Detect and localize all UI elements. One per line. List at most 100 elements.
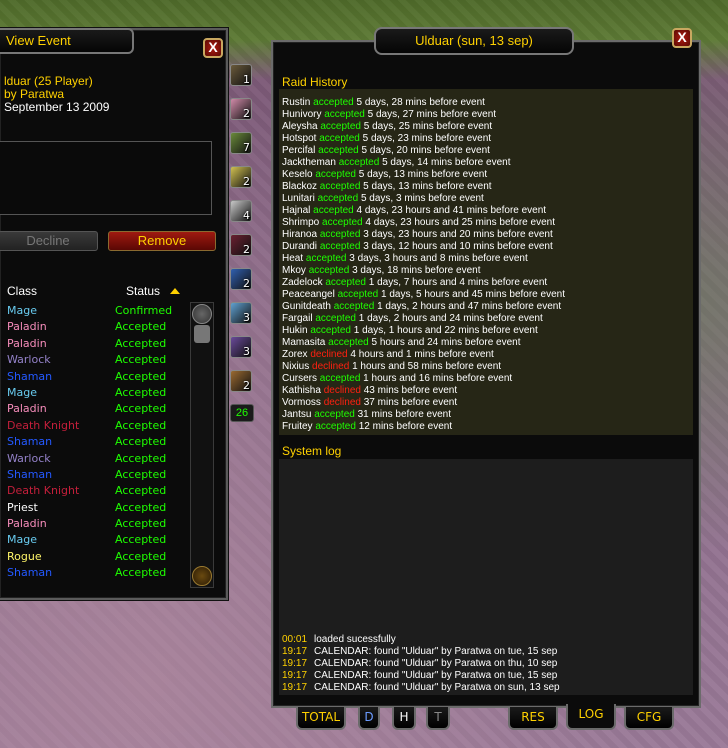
system-log-lines: 00:01 loaded sucessfully 19:17 CALENDAR: fo… [282,634,560,694]
roster-row[interactable]: Mage Accepted [0,385,188,401]
tab-d[interactable]: D [358,707,380,730]
roster-class: Mage [7,304,37,317]
roster-class: Shaman [7,467,53,481]
history-player: Mamasita [282,337,326,348]
tab-t[interactable]: T [426,707,450,730]
sort-ascending-icon [170,288,180,294]
roster-row[interactable]: Paladin Accepted [0,319,188,335]
history-player: Fruitey [282,421,313,432]
history-time: 1 days, 2 hours and 47 mins before event [377,301,562,312]
decline-button[interactable]: Decline [0,231,98,251]
history-status: accepted [317,193,359,204]
roster-row[interactable]: Warlock Accepted [0,451,188,467]
roster-status: Accepted [115,369,167,383]
roster-row[interactable]: Priest Accepted [0,500,188,516]
column-status[interactable]: Status [126,284,160,298]
log-time: 19:17 [282,670,308,681]
history-player: Durandi [282,241,318,252]
roster-row[interactable]: Shaman Accepted [0,434,188,450]
log-message: loaded sucessfully [314,634,396,645]
roster-class: Shaman [7,369,53,383]
roster-row[interactable]: Shaman Accepted [0,369,188,385]
history-entry: Blackoz accepted 5 days, 13 mins before … [279,181,693,193]
death-knight-icon[interactable]: 2 [230,234,252,256]
history-player: Lunitari [282,193,315,204]
remove-button[interactable]: Remove [108,231,216,251]
log-message: CALENDAR: found "Ulduar" by Paratwa on t… [314,670,558,681]
warlock-icon[interactable]: 3 [230,336,252,358]
shaman-icon[interactable]: 2 [230,268,252,290]
history-time: 1 days, 5 hours and 45 mins before event [380,289,565,300]
history-entry: Hukin accepted 1 days, 1 hours and 22 mi… [279,325,693,337]
tab-cfg[interactable]: CFG [624,707,674,730]
history-player: Hukin [282,325,308,336]
roster-status: Accepted [115,435,167,449]
warrior-icon[interactable]: 1 [230,64,252,86]
tab-res[interactable]: RES [508,707,558,730]
tab-log[interactable]: LOG [566,704,616,730]
roster-row[interactable]: Shaman Accepted [0,565,188,581]
roster-row[interactable]: Death Knight Accepted [0,418,188,434]
history-status: accepted [333,301,375,312]
roster-row[interactable]: Death Knight Accepted [0,483,188,499]
close-icon: X [677,29,687,45]
history-status: accepted [319,133,360,144]
column-class[interactable]: Class [7,284,37,298]
roster-scrollbar[interactable] [190,302,214,588]
roster-row[interactable]: Warlock Accepted [0,352,188,368]
event-description-box[interactable] [0,141,212,215]
roster-row[interactable]: Paladin Accepted [0,401,188,417]
history-status: accepted [337,289,379,300]
history-player: Zorex [282,349,308,360]
event-info: lduar (25 Player) by Paratwa September 1… [4,75,109,114]
mage-icon[interactable]: 3 [230,302,252,324]
druid-icon[interactable]: 2 [230,370,252,392]
roster-status: Accepted [115,566,167,580]
history-status: accepted [319,373,361,384]
raid-history-list: Rustin accepted 5 days, 28 mins before e… [279,89,693,435]
roster-status: Accepted [115,385,167,399]
log-message: CALENDAR: found "Ulduar" by Paratwa on s… [314,682,560,693]
roster-status: Accepted [115,484,167,498]
history-player: Heat [282,253,304,264]
history-time: 1 hours and 58 mins before event [352,361,502,372]
roster-class: Shaman [7,566,53,580]
history-time: 4 hours and 1 mins before event [350,349,494,360]
history-status: accepted [305,253,347,264]
paladin-icon[interactable]: 2 [230,98,252,120]
log-time: 00:01 [282,634,308,645]
roster-row[interactable]: Mage Confirmed [0,303,188,319]
history-entry: Durandi accepted 3 days, 12 hours and 10… [279,241,693,253]
roster-row[interactable]: Paladin Accepted [0,336,188,352]
log-time: 19:17 [282,658,308,669]
roster-class: Paladin [7,402,47,416]
roster-row[interactable]: Paladin Accepted [0,516,188,532]
log-time: 19:17 [282,682,308,693]
priest-icon[interactable]: 4 [230,200,252,222]
history-player: Zadelock [282,277,323,288]
hunter-icon[interactable]: 7 [230,132,252,154]
roster-row[interactable]: Shaman Accepted [0,467,188,483]
class-count: 2 [243,277,250,290]
history-time: 3 days, 18 mins before event [352,265,481,276]
history-status: accepted [319,241,361,252]
roster-row[interactable]: Mage Accepted [0,532,188,548]
view-event-close-button[interactable]: X [203,38,223,58]
rogue-icon[interactable]: 2 [230,166,252,188]
history-entry: Peaceangel accepted 1 days, 5 hours and … [279,289,693,301]
roster-row[interactable]: Rogue Accepted [0,549,188,565]
scroll-down-button[interactable] [192,566,212,586]
roster-status: Accepted [115,467,167,481]
tab-h[interactable]: H [392,707,416,730]
raid-history-title: Raid History [282,75,348,89]
roster-class: Death Knight [7,418,80,432]
roster-class: Warlock [7,353,51,367]
scroll-thumb[interactable] [194,325,210,343]
history-entry: Lunitari accepted 5 days, 3 mins before … [279,193,693,205]
history-player: Blackoz [282,181,318,192]
raid-panel-close-button[interactable]: X [672,28,692,48]
scroll-up-button[interactable] [192,304,212,324]
tab-total[interactable]: TOTAL [296,707,346,730]
roster-status: Accepted [115,402,167,416]
history-time: 5 days, 25 mins before event [363,121,493,132]
